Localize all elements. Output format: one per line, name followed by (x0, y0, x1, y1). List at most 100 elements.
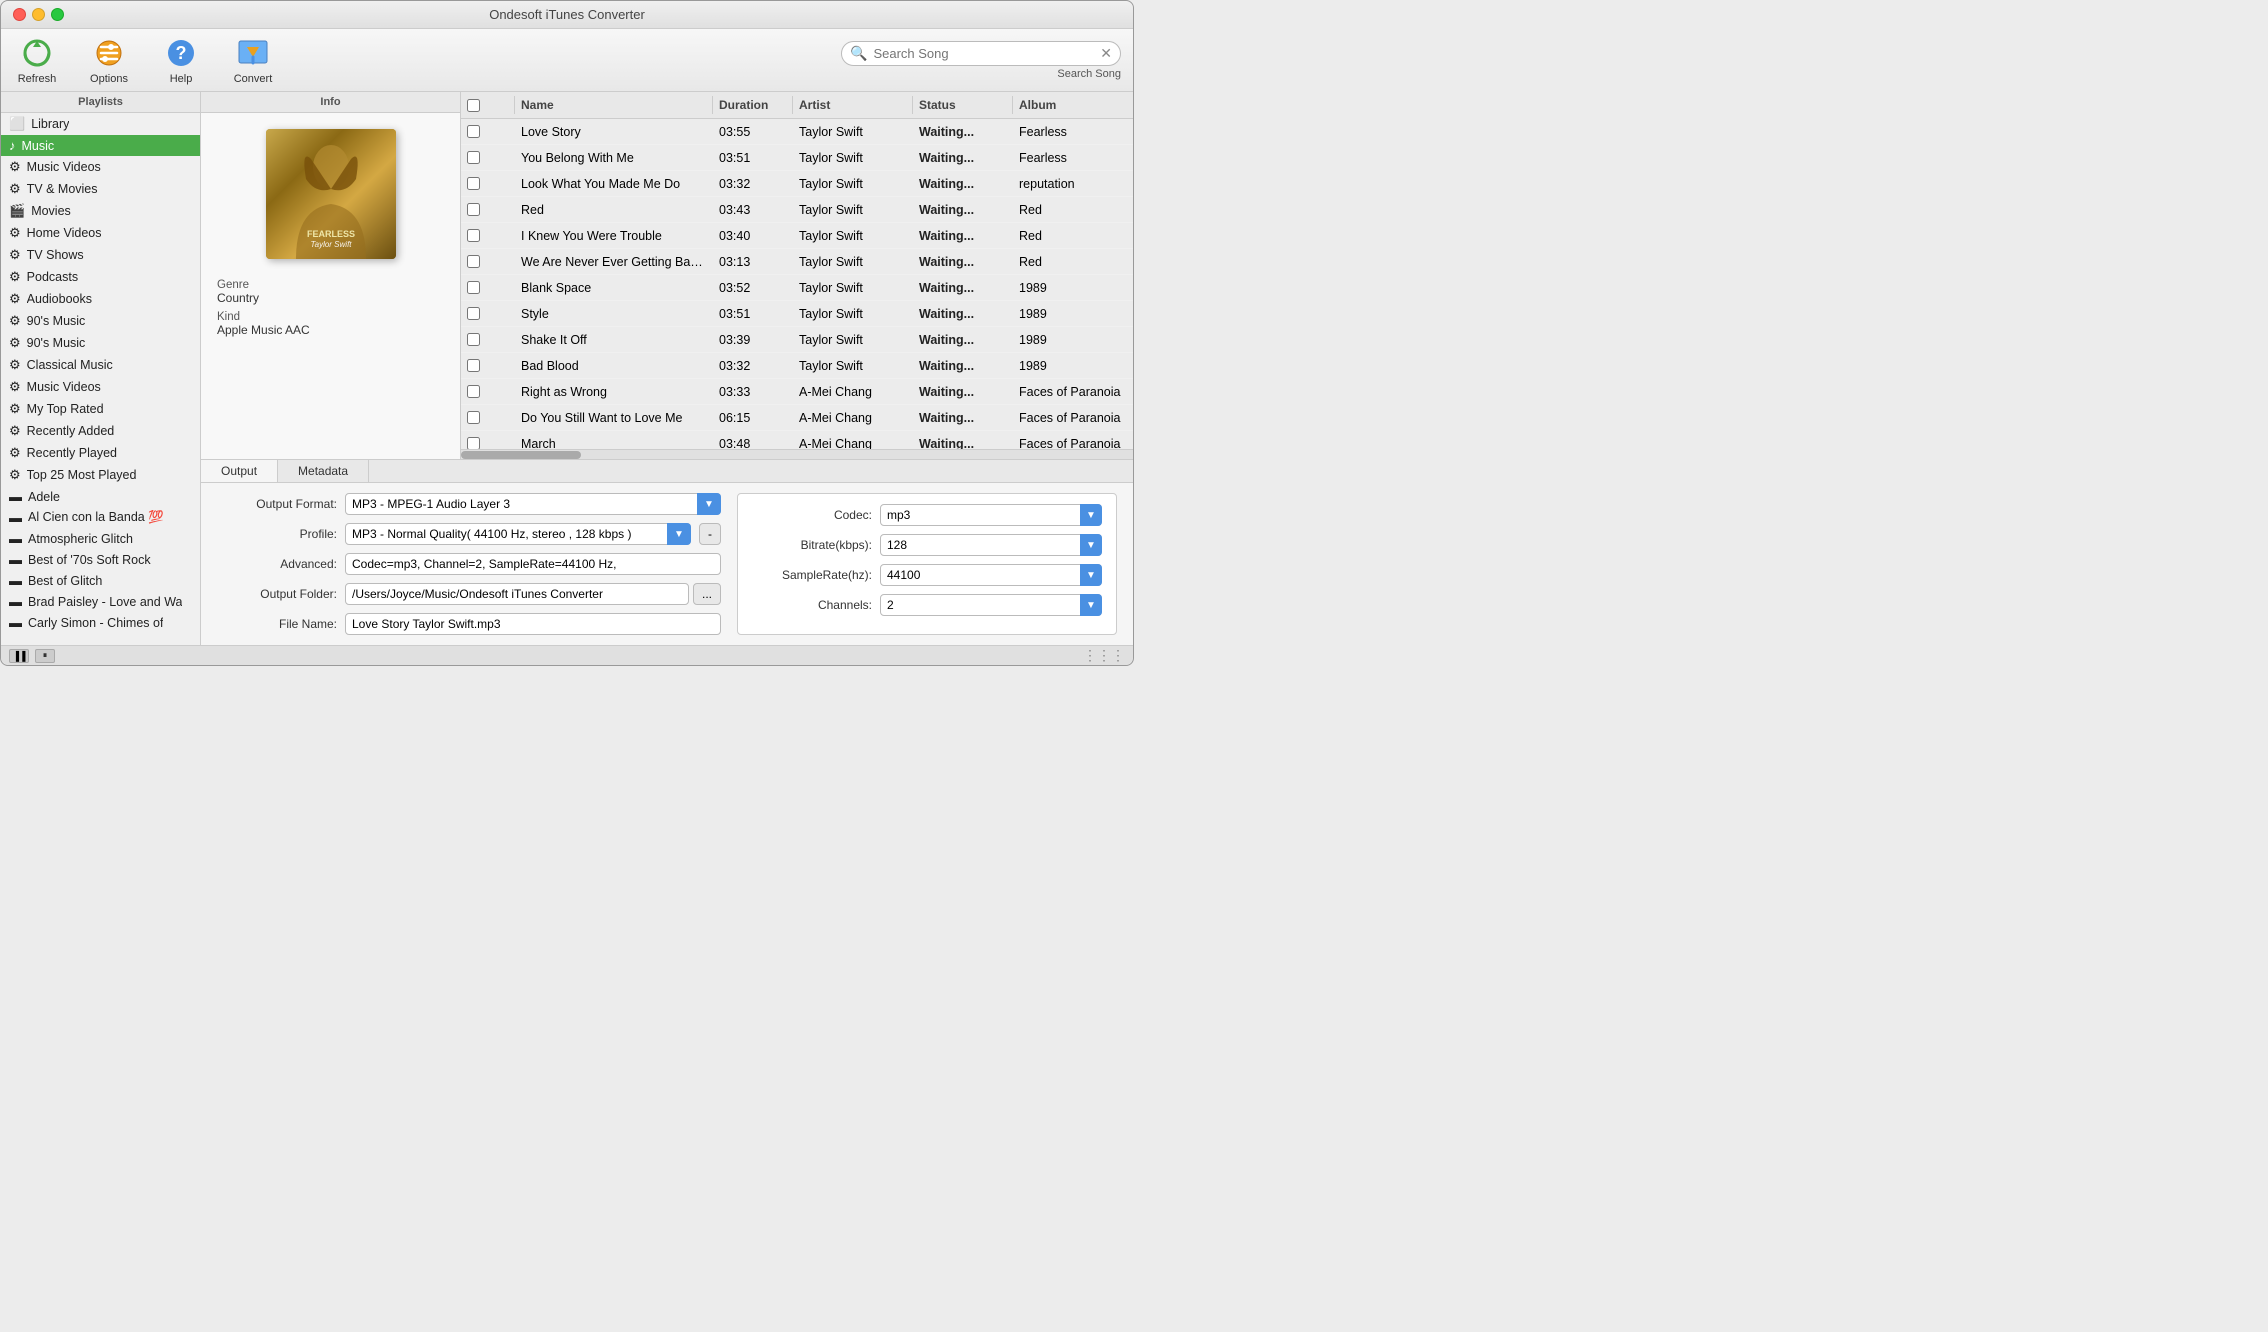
table-row[interactable]: Look What You Made Me Do03:32Taylor Swif… (461, 171, 1133, 197)
sidebar-item-label-classical-music: Classical Music (27, 358, 113, 372)
table-row[interactable]: March03:48A-Mei ChangWaiting...Faces of … (461, 431, 1133, 449)
sidebar-item-label-recently-played: Recently Played (27, 446, 117, 460)
table-row[interactable]: I Knew You Were Trouble03:40Taylor Swift… (461, 223, 1133, 249)
search-clear-icon[interactable]: ✕ (1100, 45, 1112, 62)
track-checkbox-1[interactable] (467, 151, 480, 164)
table-row[interactable]: Bad Blood03:32Taylor SwiftWaiting...1989 (461, 353, 1133, 379)
sidebar-item-90s-music[interactable]: ⚙90's Music (1, 310, 200, 332)
track-num-1 (485, 156, 515, 160)
channels-select[interactable]: 2 (880, 594, 1102, 616)
table-row[interactable]: Red03:43Taylor SwiftWaiting...Red (461, 197, 1133, 223)
close-button[interactable] (13, 8, 26, 21)
sidebar-item-label-music-videos: Music Videos (27, 160, 101, 174)
track-artist-6: Taylor Swift (793, 279, 913, 297)
row-checkbox-cell (461, 385, 485, 398)
pause-button[interactable]: ▐▐ (9, 649, 29, 663)
table-row[interactable]: Do You Still Want to Love Me06:15A-Mei C… (461, 405, 1133, 431)
sidebar-item-music-videos[interactable]: ⚙Music Videos (1, 156, 200, 178)
sidebar-item-best-glitch[interactable]: ▬Best of Glitch (1, 570, 200, 591)
track-checkbox-0[interactable] (467, 125, 480, 138)
track-checkbox-11[interactable] (467, 411, 480, 424)
track-checkbox-6[interactable] (467, 281, 480, 294)
output-format-select[interactable]: MP3 - MPEG-1 Audio Layer 3 (345, 493, 721, 515)
file-name-label: File Name: (217, 617, 337, 631)
horizontal-scrollbar[interactable] (461, 449, 1133, 459)
table-row[interactable]: Blank Space03:52Taylor SwiftWaiting...19… (461, 275, 1133, 301)
sidebar-item-90s-music-2[interactable]: ⚙90's Music (1, 332, 200, 354)
sidebar-item-music[interactable]: ♪Music (1, 135, 200, 156)
sidebar-item-home-videos[interactable]: ⚙Home Videos (1, 222, 200, 244)
sidebar-item-tv-movies[interactable]: ⚙TV & Movies (1, 178, 200, 200)
sidebar-item-audiobooks[interactable]: ⚙Audiobooks (1, 288, 200, 310)
codec-select[interactable]: mp3 (880, 504, 1102, 526)
table-row[interactable]: Style03:51Taylor SwiftWaiting...1989 (461, 301, 1133, 327)
sidebar-item-music-videos-2[interactable]: ⚙Music Videos (1, 376, 200, 398)
profile-minus-button[interactable]: - (699, 523, 721, 545)
sidebar-item-al-cien[interactable]: ▬Al Cien con la Banda 💯 (1, 507, 200, 528)
resize-handle[interactable]: ⋮⋮⋮ (1083, 647, 1125, 664)
file-name-input[interactable] (345, 613, 721, 635)
track-checkbox-8[interactable] (467, 333, 480, 346)
output-folder-input[interactable] (345, 583, 689, 605)
track-checkbox-3[interactable] (467, 203, 480, 216)
output-format-label: Output Format: (217, 497, 337, 511)
sidebar-list: ⬜Library♪Music⚙Music Videos⚙TV & Movies🎬… (1, 113, 200, 645)
window-bottom-controls: ▐▐ ⏸ (9, 649, 55, 663)
search-input[interactable] (873, 46, 1094, 61)
sidebar-item-top-25[interactable]: ⚙Top 25 Most Played (1, 464, 200, 486)
minimize-button[interactable] (32, 8, 45, 21)
sidebar-item-recently-added[interactable]: ⚙Recently Added (1, 420, 200, 442)
sidebar-item-best-70s[interactable]: ▬Best of '70s Soft Rock (1, 549, 200, 570)
tab-metadata[interactable]: Metadata (278, 460, 369, 482)
track-checkbox-4[interactable] (467, 229, 480, 242)
output-folder-wrapper: ... (345, 583, 721, 605)
convert-button[interactable]: Convert (229, 35, 277, 85)
track-name-2: Look What You Made Me Do (515, 175, 713, 193)
track-checkbox-10[interactable] (467, 385, 480, 398)
select-all-checkbox[interactable] (467, 99, 480, 112)
sidebar-item-podcasts[interactable]: ⚙Podcasts (1, 266, 200, 288)
sidebar-item-brad-paisley[interactable]: ▬Brad Paisley - Love and Wa (1, 591, 200, 612)
maximize-button[interactable] (51, 8, 64, 21)
track-artist-0: Taylor Swift (793, 123, 913, 141)
advanced-input[interactable] (345, 553, 721, 575)
svg-text:?: ? (176, 43, 187, 63)
track-status-0: Waiting... (913, 123, 1013, 141)
advanced-row: Advanced: (217, 553, 721, 575)
stop-button[interactable]: ⏸ (35, 649, 55, 663)
tab-output[interactable]: Output (201, 460, 278, 482)
table-row[interactable]: You Belong With Me03:51Taylor SwiftWaiti… (461, 145, 1133, 171)
table-row[interactable]: Shake It Off03:39Taylor SwiftWaiting...1… (461, 327, 1133, 353)
output-folder-label: Output Folder: (217, 587, 337, 601)
table-row[interactable]: Right as Wrong03:33A-Mei ChangWaiting...… (461, 379, 1133, 405)
row-checkbox-cell (461, 307, 485, 320)
sidebar-item-classical-music[interactable]: ⚙Classical Music (1, 354, 200, 376)
sidebar-item-library[interactable]: ⬜Library (1, 113, 200, 135)
sidebar-item-carly-simon[interactable]: ▬Carly Simon - Chimes of (1, 612, 200, 633)
track-checkbox-9[interactable] (467, 359, 480, 372)
track-duration-3: 03:43 (713, 201, 793, 219)
profile-select[interactable]: MP3 - Normal Quality( 44100 Hz, stereo ,… (345, 523, 691, 545)
bitrate-select[interactable]: 128 (880, 534, 1102, 556)
sidebar-item-tv-shows[interactable]: ⚙TV Shows (1, 244, 200, 266)
table-row[interactable]: We Are Never Ever Getting Back Tog...03:… (461, 249, 1133, 275)
table-row[interactable]: Love Story03:55Taylor SwiftWaiting...Fea… (461, 119, 1133, 145)
help-button[interactable]: ? Help (157, 35, 205, 85)
kind-value: Apple Music AAC (217, 323, 444, 337)
refresh-button[interactable]: Refresh (13, 35, 61, 85)
track-duration-0: 03:55 (713, 123, 793, 141)
track-checkbox-2[interactable] (467, 177, 480, 190)
sidebar-item-adele[interactable]: ▬Adele (1, 486, 200, 507)
track-checkbox-7[interactable] (467, 307, 480, 320)
track-checkbox-5[interactable] (467, 255, 480, 268)
browse-button[interactable]: ... (693, 583, 721, 605)
options-button[interactable]: Options (85, 35, 133, 85)
samplerate-select[interactable]: 44100 (880, 564, 1102, 586)
title-bar: Ondesoft iTunes Converter (1, 1, 1133, 29)
track-checkbox-12[interactable] (467, 437, 480, 449)
sidebar-item-my-top-rated[interactable]: ⚙My Top Rated (1, 398, 200, 420)
sidebar-item-atmospheric-glitch[interactable]: ▬Atmospheric Glitch (1, 528, 200, 549)
track-artist-9: Taylor Swift (793, 357, 913, 375)
sidebar-item-recently-played[interactable]: ⚙Recently Played (1, 442, 200, 464)
sidebar-item-movies[interactable]: 🎬Movies (1, 200, 200, 222)
